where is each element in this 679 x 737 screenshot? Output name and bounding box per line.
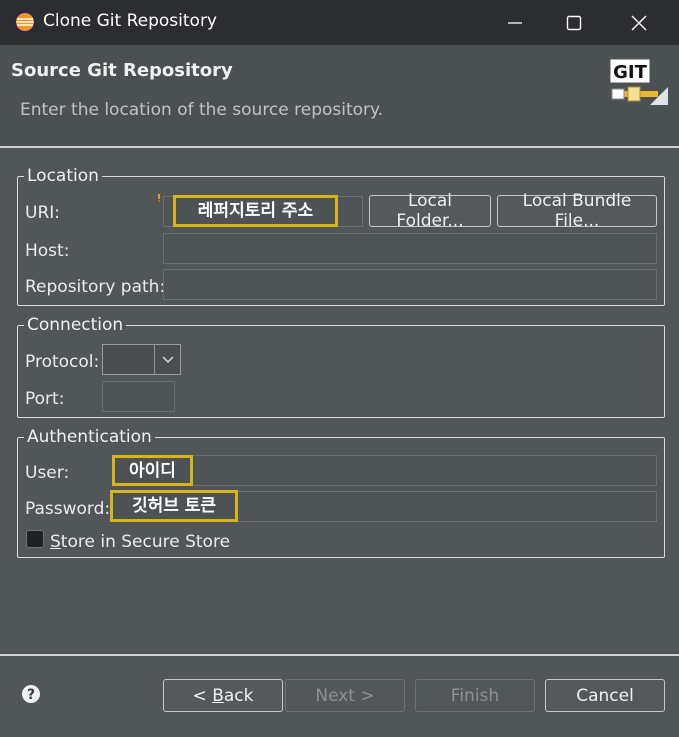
close-icon [631,15,647,30]
protocol-select[interactable] [102,344,181,375]
store-secure-label[interactable]: Store in Secure Store [50,532,230,552]
maximize-button[interactable] [547,0,601,45]
password-value: 깃허브 토큰 [110,490,238,522]
eclipse-icon [14,11,36,33]
password-label: Password: [25,499,111,519]
local-bundle-file-button[interactable]: Local Bundle File... [497,191,657,231]
host-label: Host: [25,241,70,261]
uri-label: URI: [25,203,60,223]
maximize-icon [566,15,582,30]
git-logo-text: GIT [613,62,647,83]
minimize-icon [508,21,522,24]
location-legend: Location [24,166,102,186]
user-value: 아이디 [112,455,193,486]
back-button[interactable]: < Back [163,679,283,712]
repository-path-input[interactable] [163,269,657,300]
window-title: Clone Git Repository [43,11,217,31]
help-icon[interactable]: ? [21,684,41,704]
title-bar: Clone Git Repository [0,0,679,45]
connection-legend: Connection [24,315,127,335]
wizard-header: Source Git Repository Enter the location… [0,45,679,146]
port-input[interactable] [102,381,175,412]
user-input[interactable] [112,455,657,486]
chevron-down-icon [162,356,173,363]
protocol-label: Protocol: [25,352,100,372]
store-secure-label-rest: tore in Secure Store [60,532,231,552]
minimize-button[interactable] [488,0,542,45]
user-label: User: [25,463,70,483]
cancel-button[interactable]: Cancel [545,679,665,712]
protocol-dropdown-toggle[interactable] [154,345,180,374]
back-prefix: < [192,685,213,706]
page-title: Source Git Repository [11,60,233,81]
local-folder-button[interactable]: Local Folder... [369,191,491,231]
finish-button[interactable]: Finish [415,679,535,712]
required-marker-icon [158,194,160,202]
page-description: Enter the location of the source reposit… [20,100,384,120]
footer-separator [0,654,679,656]
store-secure-checkbox[interactable] [26,530,44,548]
store-secure-mnemonic: S [50,532,61,552]
svg-text:?: ? [27,687,35,703]
authentication-legend: Authentication [24,427,155,447]
back-label-rest: ack [223,685,254,706]
port-label: Port: [25,389,65,409]
host-input[interactable] [163,233,657,264]
uri-value: 레퍼지토리 주소 [173,195,338,227]
next-button[interactable]: Next > [285,679,405,712]
repository-path-label: Repository path: [25,277,166,297]
git-logo-icon: GIT [609,58,668,105]
close-button[interactable] [612,0,666,45]
header-separator [0,146,679,148]
back-mnemonic: B [212,685,224,706]
